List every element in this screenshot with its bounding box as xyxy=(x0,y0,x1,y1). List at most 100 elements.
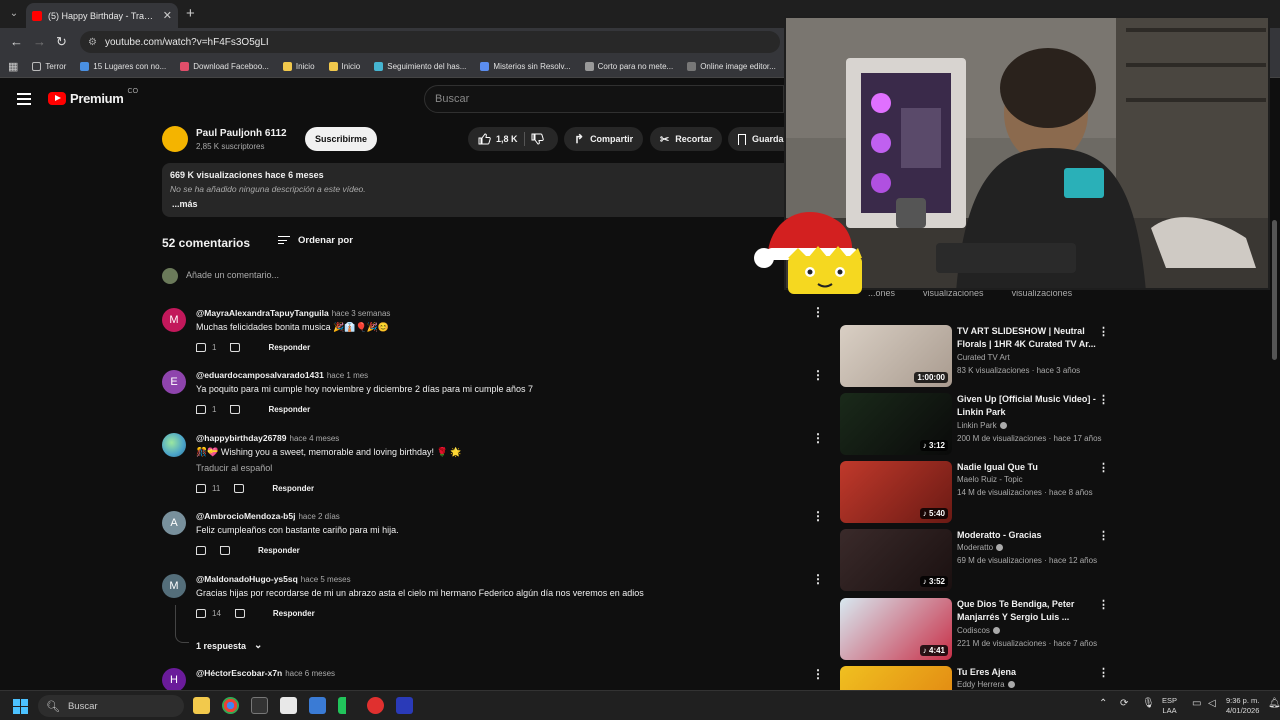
comment-time[interactable]: hace 4 meses xyxy=(290,434,340,443)
comment-menu-icon[interactable]: ⋮ xyxy=(812,572,824,586)
video-title[interactable]: Tu Eres Ajena xyxy=(957,666,1097,679)
comment-time[interactable]: hace 2 días xyxy=(298,512,339,521)
commenter-avatar[interactable]: H xyxy=(162,668,186,690)
chrome-icon[interactable] xyxy=(222,697,239,714)
share-button[interactable]: ↱ Compartir xyxy=(564,127,644,151)
comment-time[interactable]: hace 5 meses xyxy=(301,575,351,584)
like-icon[interactable] xyxy=(196,484,206,493)
comment-time[interactable]: hace 1 mes xyxy=(327,371,368,380)
thumbs-down-icon[interactable] xyxy=(531,133,544,145)
comment-author[interactable]: @eduardocamposalvarado1431 xyxy=(196,370,324,380)
reply-button[interactable]: Responder xyxy=(272,484,314,493)
video-channel[interactable]: Linkin Park xyxy=(957,421,997,430)
reply-button[interactable]: Responder xyxy=(268,343,310,352)
video-thumbnail[interactable]: ♪ 4:41 xyxy=(840,598,952,660)
video-menu-icon[interactable]: ⋮ xyxy=(1098,393,1109,406)
bookmark-item[interactable]: Download Faceboo... xyxy=(180,62,269,71)
youtube-logo[interactable]: Premium CO xyxy=(48,88,138,106)
bookmark-item[interactable]: Inicio xyxy=(328,62,360,71)
search-input[interactable]: Buscar xyxy=(424,85,784,113)
reply-button[interactable]: Responder xyxy=(258,546,300,555)
comment-menu-icon[interactable]: ⋮ xyxy=(812,368,824,382)
bookmark-item[interactable]: Online image editor... xyxy=(687,62,776,71)
windows-start-icon[interactable] xyxy=(13,699,28,714)
video-menu-icon[interactable]: ⋮ xyxy=(1098,598,1109,611)
video-menu-icon[interactable]: ⋮ xyxy=(1098,529,1109,542)
mic-icon[interactable]: 🎙︎ xyxy=(1142,699,1155,709)
clip-button[interactable]: ✂ Recortar xyxy=(650,127,723,151)
subscribe-button[interactable]: Suscribirme xyxy=(305,127,377,151)
vegas-icon[interactable] xyxy=(396,697,413,714)
dislike-icon[interactable] xyxy=(230,405,241,414)
comment-menu-icon[interactable]: ⋮ xyxy=(812,431,824,445)
obs-icon[interactable] xyxy=(367,697,384,714)
comment-author[interactable]: @HéctorEscobar-x7n xyxy=(196,668,282,678)
close-tab-icon[interactable]: ✕ xyxy=(163,9,172,22)
taskbar-search[interactable]: 🔍︎ Buscar xyxy=(38,695,184,717)
site-info-icon[interactable]: ⚙ xyxy=(88,37,97,48)
video-menu-icon[interactable]: ⋮ xyxy=(1098,325,1109,338)
video-title[interactable]: Given Up [Official Music Video] - Linkin… xyxy=(957,393,1097,419)
bookmark-item[interactable]: Inicio xyxy=(282,62,315,71)
comment-author[interactable]: @happybirthday26789 xyxy=(196,433,287,443)
commenter-avatar[interactable]: M xyxy=(162,574,186,598)
video-title[interactable]: TV ART SLIDESHOW | Neutral Florals | 1HR… xyxy=(957,325,1097,351)
add-comment-input[interactable]: Añade un comentario... xyxy=(186,270,796,284)
video-channel[interactable]: Curated TV Art xyxy=(957,353,1010,362)
comment-time[interactable]: hace 3 semanas xyxy=(332,309,391,318)
comment-author[interactable]: @MayraAlexandraTapuyTanguila xyxy=(196,308,329,318)
volume-icon[interactable]: ◁ xyxy=(1208,699,1216,709)
video-title[interactable]: Nadie Igual Que Tu xyxy=(957,461,1097,474)
channel-avatar[interactable] xyxy=(162,126,188,152)
video-channel[interactable]: Eddy Herrera xyxy=(957,680,1005,689)
video-menu-icon[interactable]: ⋮ xyxy=(1098,461,1109,474)
comment-time[interactable]: hace 6 meses xyxy=(285,669,335,678)
language-indicator[interactable]: ESP LAA xyxy=(1162,696,1177,716)
back-icon[interactable]: ← xyxy=(10,34,23,49)
reload-icon[interactable]: ↻ xyxy=(56,34,67,50)
network-icon[interactable]: ▭ xyxy=(1192,699,1201,709)
more-link[interactable]: ...más xyxy=(172,199,784,209)
comment-menu-icon[interactable]: ⋮ xyxy=(812,667,824,681)
capcut-icon[interactable] xyxy=(251,697,268,714)
video-title[interactable]: Que Dios Te Bendiga, Peter Manjarrés Y S… xyxy=(957,598,1097,624)
notifications-icon[interactable]: 🔔︎ xyxy=(1268,699,1280,709)
video-thumbnail[interactable] xyxy=(840,666,952,690)
dislike-icon[interactable] xyxy=(234,609,245,618)
recommended-video[interactable]: ♪ 5:40 Nadie Igual Que Tu Maelo Ruiz - Top… xyxy=(840,461,1110,525)
show-hidden-icons[interactable]: ⌃ xyxy=(1099,699,1107,709)
commenter-avatar[interactable]: E xyxy=(162,370,186,394)
commenter-avatar[interactable]: M xyxy=(162,308,186,332)
address-bar[interactable]: ⚙ youtube.com/watch?v=hF4Fs3O5gLI xyxy=(80,31,780,53)
description-box[interactable]: 669 K visualizaciones hace 6 meses No se… xyxy=(162,163,792,217)
app-icon[interactable] xyxy=(280,697,297,714)
video-channel[interactable]: Codiscos xyxy=(957,626,990,635)
video-channel[interactable]: Maelo Ruiz - Topic xyxy=(957,475,1023,484)
page-scrollbar[interactable] xyxy=(1272,220,1277,360)
recommended-video[interactable]: ♪ 4:41 Que Dios Te Bendiga, Peter Manjarr… xyxy=(840,598,1110,662)
comment-author[interactable]: @AmbrocioMendoza-b5j xyxy=(196,511,295,521)
video-thumbnail[interactable]: ♪ 3:12 xyxy=(840,393,952,455)
file-explorer-icon[interactable] xyxy=(193,697,210,714)
commenter-avatar[interactable]: A xyxy=(162,511,186,535)
channel-name[interactable]: Paul Pauljonh 6112 xyxy=(196,128,287,139)
dislike-icon[interactable] xyxy=(234,484,245,493)
apps-icon[interactable]: ▦ xyxy=(8,60,18,73)
menu-icon[interactable] xyxy=(17,93,31,105)
bookmark-item[interactable]: Misterios sin Resolv... xyxy=(480,62,571,71)
video-title[interactable]: Moderatto - Gracias xyxy=(957,529,1097,542)
like-icon[interactable] xyxy=(196,405,206,414)
dislike-icon[interactable] xyxy=(230,343,241,352)
update-icon[interactable]: ⟳ xyxy=(1120,699,1128,709)
video-channel[interactable]: Moderatto xyxy=(957,543,993,552)
dislike-icon[interactable] xyxy=(220,546,230,555)
video-menu-icon[interactable]: ⋮ xyxy=(1098,666,1109,679)
browser-tab[interactable]: (5) Happy Birthday - Tradicional ✕ xyxy=(26,3,178,28)
recommended-video[interactable]: ♪ 3:52 Moderatto - Gracias Moderatto 69 M d… xyxy=(840,529,1110,593)
like-icon[interactable] xyxy=(196,546,206,555)
tab-search-icon[interactable]: ⌄ xyxy=(6,6,22,22)
like-icon[interactable] xyxy=(196,343,206,352)
clock[interactable]: 9:36 p. m. 4/01/2026 xyxy=(1226,696,1259,716)
video-thumbnail[interactable]: ♪ 5:40 xyxy=(840,461,952,523)
forward-icon[interactable]: → xyxy=(33,34,46,49)
